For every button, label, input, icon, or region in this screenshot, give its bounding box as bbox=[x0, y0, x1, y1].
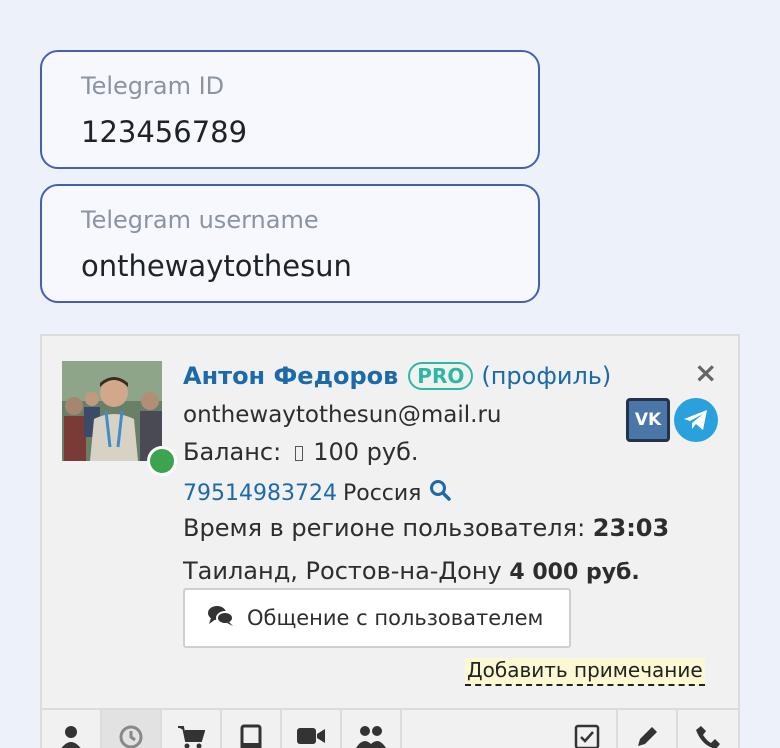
vk-icon[interactable]: VK bbox=[626, 398, 670, 442]
toolbar-users-button[interactable] bbox=[342, 710, 402, 748]
user-icon bbox=[61, 726, 81, 748]
action-toolbar bbox=[42, 708, 738, 748]
telegram-id-label: Telegram ID bbox=[81, 72, 225, 100]
telegram-username-value[interactable]: onthewaytothesun bbox=[81, 249, 352, 283]
video-icon bbox=[297, 728, 325, 744]
telegram-username-label: Telegram username bbox=[81, 206, 319, 234]
close-icon[interactable]: × bbox=[694, 356, 717, 389]
search-icon[interactable] bbox=[429, 479, 452, 507]
pencil-icon bbox=[638, 727, 657, 746]
balance-row: Баланс: 100 руб. bbox=[183, 438, 419, 466]
profile-link[interactable]: (профиль) bbox=[481, 362, 611, 390]
user-header: Антон Федоров PRO (профиль) bbox=[183, 362, 611, 390]
chat-button-label: Общение с пользователем bbox=[247, 606, 544, 630]
chat-with-user-button[interactable]: Общение с пользователем bbox=[183, 588, 571, 648]
telegram-id-value[interactable]: 123456789 bbox=[81, 115, 247, 149]
telegram-username-field[interactable]: Telegram username onthewaytothesun bbox=[40, 184, 540, 303]
location-row: Таиланд, Ростов-на-Дону 4 000 руб. bbox=[183, 557, 640, 585]
user-name[interactable]: Антон Федоров bbox=[183, 362, 398, 390]
amount: 4 000 руб. bbox=[509, 560, 640, 585]
phone-row: 79514983724 Россия bbox=[183, 479, 452, 507]
balance-label: Баланс: bbox=[183, 438, 282, 466]
toolbar-phone-button[interactable] bbox=[678, 710, 738, 748]
online-status-indicator bbox=[147, 446, 177, 476]
toolbar-user-button[interactable] bbox=[42, 710, 102, 748]
add-note-link[interactable]: Добавить примечание bbox=[465, 658, 705, 686]
user-email: onthewaytothesun@mail.ru bbox=[183, 402, 502, 428]
telegram-icon[interactable] bbox=[674, 398, 718, 442]
checkbox-icon bbox=[574, 724, 600, 748]
comments-icon bbox=[207, 605, 235, 632]
user-card: Антон Федоров PRO (профиль) × VK onthewa… bbox=[40, 334, 740, 748]
pro-badge: PRO bbox=[408, 362, 474, 390]
toolbar-checkbox-button[interactable] bbox=[558, 710, 618, 748]
toolbar-video-button[interactable] bbox=[282, 710, 342, 748]
phone-icon bbox=[696, 726, 720, 748]
phone-link[interactable]: 79514983724 bbox=[183, 481, 337, 506]
toolbar-tablet-button[interactable] bbox=[222, 710, 282, 748]
telegram-id-field[interactable]: Telegram ID 123456789 bbox=[40, 50, 540, 169]
region-time-label: Время в регионе пользователя: bbox=[183, 514, 586, 542]
region-time-row: Время в регионе пользователя: 23:03 bbox=[183, 514, 669, 542]
history-icon bbox=[119, 725, 143, 748]
avatar[interactable] bbox=[62, 361, 162, 461]
toolbar-edit-button[interactable] bbox=[618, 710, 678, 748]
country: Россия bbox=[342, 480, 422, 506]
cart-icon bbox=[178, 726, 205, 748]
location: Таиланд, Ростов-на-Дону bbox=[183, 557, 502, 585]
users-icon bbox=[356, 726, 386, 748]
region-time-value: 23:03 bbox=[592, 514, 670, 542]
toolbar-cart-button[interactable] bbox=[162, 710, 222, 748]
toolbar-history-button[interactable] bbox=[102, 710, 162, 748]
wallet-icon bbox=[295, 445, 304, 461]
tablet-icon bbox=[240, 724, 262, 748]
balance-value: 100 руб. bbox=[313, 438, 419, 466]
